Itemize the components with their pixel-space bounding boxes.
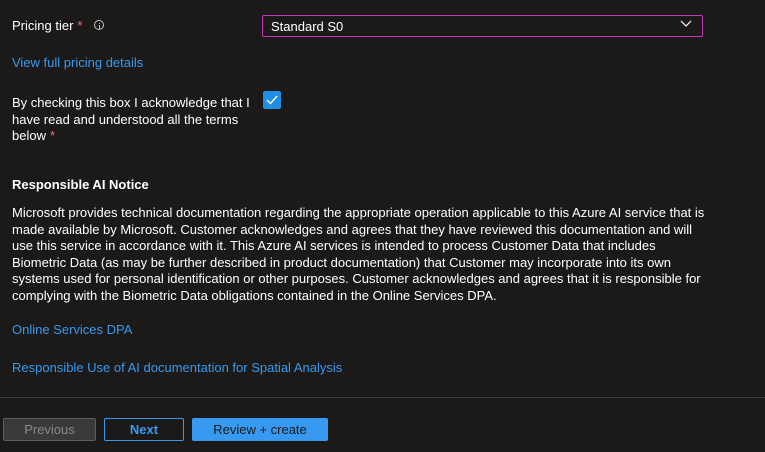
acknowledgement-label: By checking this box I acknowledge that … bbox=[12, 95, 260, 145]
view-pricing-details-link[interactable]: View full pricing details bbox=[12, 55, 143, 71]
pricing-tier-label: Pricing tier * bbox=[12, 18, 82, 34]
pricing-tier-dropdown[interactable]: Standard S0 bbox=[262, 15, 703, 37]
required-asterisk: * bbox=[49, 128, 56, 143]
pricing-tier-selected-value: Standard S0 bbox=[271, 19, 344, 34]
chevron-down-icon bbox=[680, 20, 692, 27]
checkmark-icon bbox=[266, 95, 278, 105]
acknowledgement-text: By checking this box I acknowledge that … bbox=[12, 95, 250, 143]
acknowledgement-checkbox[interactable] bbox=[263, 91, 281, 109]
review-create-button[interactable]: Review + create bbox=[192, 418, 328, 441]
online-services-dpa-link[interactable]: Online Services DPA bbox=[12, 322, 132, 338]
pricing-tier-label-text: Pricing tier bbox=[12, 18, 74, 33]
footer-divider bbox=[0, 397, 765, 398]
info-icon[interactable] bbox=[94, 20, 104, 30]
next-button[interactable]: Next bbox=[104, 418, 184, 441]
responsible-ai-heading: Responsible AI Notice bbox=[12, 177, 149, 192]
responsible-use-doc-link[interactable]: Responsible Use of AI documentation for … bbox=[12, 360, 342, 376]
previous-button[interactable]: Previous bbox=[3, 418, 96, 441]
required-asterisk: * bbox=[77, 18, 83, 33]
create-resource-form: Pricing tier * Standard S0 View full pric… bbox=[0, 0, 765, 452]
responsible-ai-notice-text: Microsoft provides technical documentati… bbox=[12, 205, 705, 303]
